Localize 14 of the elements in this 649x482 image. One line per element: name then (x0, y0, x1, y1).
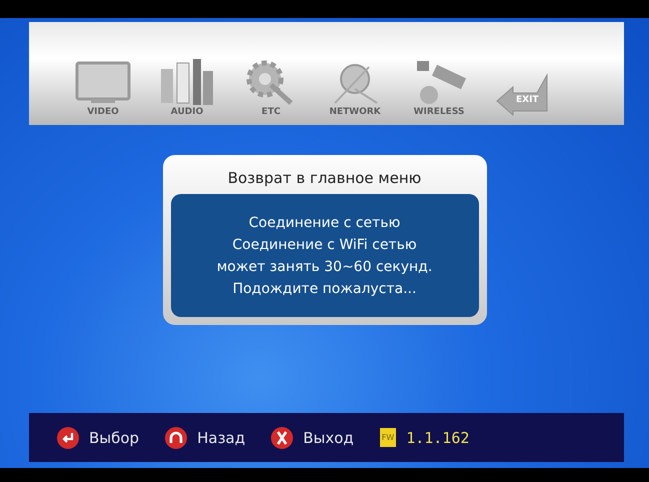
back-key-icon (165, 426, 188, 448)
dialog-title: Возврат в главное меню (226, 168, 422, 189)
key-hint: Назад (197, 428, 246, 446)
message-line: Подождите пожалуста... (232, 280, 416, 298)
message-line: может занять 30~60 секунд. (216, 258, 432, 276)
key-hint: Выбор (89, 428, 140, 446)
tv-icon (73, 59, 133, 105)
enter-key-icon (57, 426, 79, 448)
key-hint: Выход (303, 428, 354, 446)
firmware-badge: FW (380, 428, 396, 447)
firmware-version: 1.1.162 (406, 428, 470, 446)
message-line: Соединение с WiFi сетью (232, 236, 417, 254)
message-line: Соединение с сетью (248, 214, 400, 232)
exit-key-icon (271, 426, 294, 448)
